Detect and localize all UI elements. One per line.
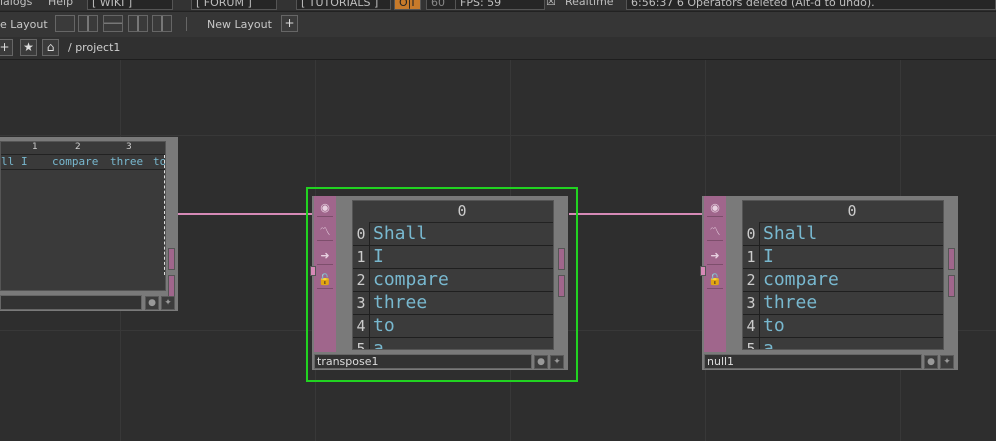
menu-bar: ialogs Help [ WIKI ] [ FORUM ] [ TUTORIA… bbox=[0, 0, 996, 10]
null-output-connector-2[interactable] bbox=[948, 275, 955, 297]
lock-cook-icon[interactable]: 〽 bbox=[317, 224, 333, 241]
lock-icon[interactable]: 🔓 bbox=[317, 272, 333, 289]
table-row: 5a bbox=[743, 338, 943, 349]
forum-button[interactable]: [ FORUM ] bbox=[191, 0, 277, 10]
transpose-table-viewer: 0 0 Shall 1I 2 compare 3 three 4 to 5a bbox=[352, 200, 554, 350]
table-row: 3 three bbox=[353, 292, 553, 315]
layout-label: e Layout bbox=[0, 18, 48, 31]
null-side-toolbar: ◉ 〽 ➜ 🔓 bbox=[704, 196, 726, 352]
tutorials-button[interactable]: [ TUTORIALS ] bbox=[296, 0, 391, 10]
transpose-output-connector-2[interactable] bbox=[558, 275, 565, 297]
new-layout-label: New Layout bbox=[207, 18, 272, 31]
column-header: 0 bbox=[369, 201, 553, 223]
bypass-icon[interactable]: ◉ bbox=[707, 200, 723, 217]
viewer-toggle-icon[interactable]: ● bbox=[534, 355, 548, 369]
fps-target[interactable]: 60 bbox=[426, 0, 458, 10]
table-row: 0 Shall bbox=[353, 223, 553, 246]
home-icon[interactable]: ⌂ bbox=[42, 39, 59, 56]
add-layout-button[interactable]: + bbox=[281, 15, 298, 32]
column-header: 0 bbox=[759, 201, 943, 223]
lock-cook-icon[interactable]: 〽 bbox=[707, 224, 723, 241]
add-pane-button[interactable]: + bbox=[0, 39, 13, 56]
table-row: 4 to bbox=[743, 315, 943, 338]
table-row: 2 compare bbox=[743, 269, 943, 292]
menu-help[interactable]: Help bbox=[48, 0, 73, 8]
null-input-connector[interactable] bbox=[700, 266, 706, 276]
flag-icon[interactable]: ✦ bbox=[550, 355, 564, 369]
perform-badge[interactable]: O|I bbox=[394, 0, 421, 10]
table-row: 1I bbox=[353, 246, 553, 269]
null-table-viewer: 0 0 Shall 1I 2 compare 3 three 4 to 5a bbox=[742, 200, 944, 350]
network-editor[interactable]: 1 2 3 ll I compare three to ● ✦ ◉ 〽 ➜ 🔓 bbox=[0, 60, 996, 441]
wire-left-to-transpose[interactable] bbox=[178, 213, 312, 215]
source-output-connector-2[interactable] bbox=[168, 275, 175, 297]
transpose-output-connector[interactable] bbox=[558, 248, 565, 270]
table-row: 4 to bbox=[353, 315, 553, 338]
fps-readout: FPS: 59 bbox=[455, 0, 545, 10]
source-output-connector[interactable] bbox=[168, 248, 175, 270]
null-output-connector[interactable] bbox=[948, 248, 955, 270]
null-name[interactable]: null1 bbox=[704, 354, 922, 369]
realtime-checkbox-icon[interactable]: ☒ bbox=[546, 0, 556, 8]
table-row: 0 Shall bbox=[743, 223, 943, 246]
transpose-name[interactable]: transpose1 bbox=[314, 354, 532, 369]
source-table-viewer: 1 2 3 ll I compare three to bbox=[0, 141, 166, 291]
divider bbox=[186, 17, 187, 31]
layout-three-pane-icon[interactable] bbox=[128, 15, 148, 32]
bypass-icon[interactable]: ◉ bbox=[317, 200, 333, 217]
viewer-toggle-icon[interactable]: ● bbox=[145, 296, 159, 310]
layout-quad-icon[interactable] bbox=[152, 15, 172, 32]
path-bar: + ★ ⌂ / project1 bbox=[0, 37, 996, 60]
star-icon[interactable]: ★ bbox=[20, 39, 37, 56]
source-name[interactable] bbox=[0, 295, 142, 310]
menu-dialogs[interactable]: ialogs bbox=[0, 0, 32, 8]
lock-icon[interactable]: 🔓 bbox=[707, 272, 723, 289]
viewer-toggle-icon[interactable]: ● bbox=[924, 355, 938, 369]
layout-single-icon[interactable] bbox=[55, 15, 75, 32]
wire-transpose-to-null[interactable] bbox=[569, 213, 709, 215]
status-message: 6:56:37 6 Operators deleted (Alt-d to un… bbox=[626, 0, 996, 10]
display-arrow-icon[interactable]: ➜ bbox=[317, 248, 333, 265]
flag-icon[interactable]: ✦ bbox=[161, 296, 175, 310]
display-arrow-icon[interactable]: ➜ bbox=[707, 248, 723, 265]
layout-bar: e Layout New Layout + bbox=[0, 11, 996, 38]
transpose-input-connector[interactable] bbox=[310, 266, 316, 276]
layout-split-horizontal-icon[interactable] bbox=[103, 15, 123, 32]
transpose-side-toolbar: ◉ 〽 ➜ 🔓 bbox=[314, 196, 336, 352]
layout-split-vertical-icon[interactable] bbox=[78, 15, 98, 32]
table-row: 1I bbox=[743, 246, 943, 269]
breadcrumb[interactable]: / project1 bbox=[68, 41, 120, 54]
wiki-button[interactable]: [ WIKI ] bbox=[87, 0, 173, 10]
table-row: 3 three bbox=[743, 292, 943, 315]
flag-icon[interactable]: ✦ bbox=[940, 355, 954, 369]
realtime-label: Realtime bbox=[565, 0, 614, 8]
table-row: 5a bbox=[353, 338, 553, 349]
table-row: 2 compare bbox=[353, 269, 553, 292]
